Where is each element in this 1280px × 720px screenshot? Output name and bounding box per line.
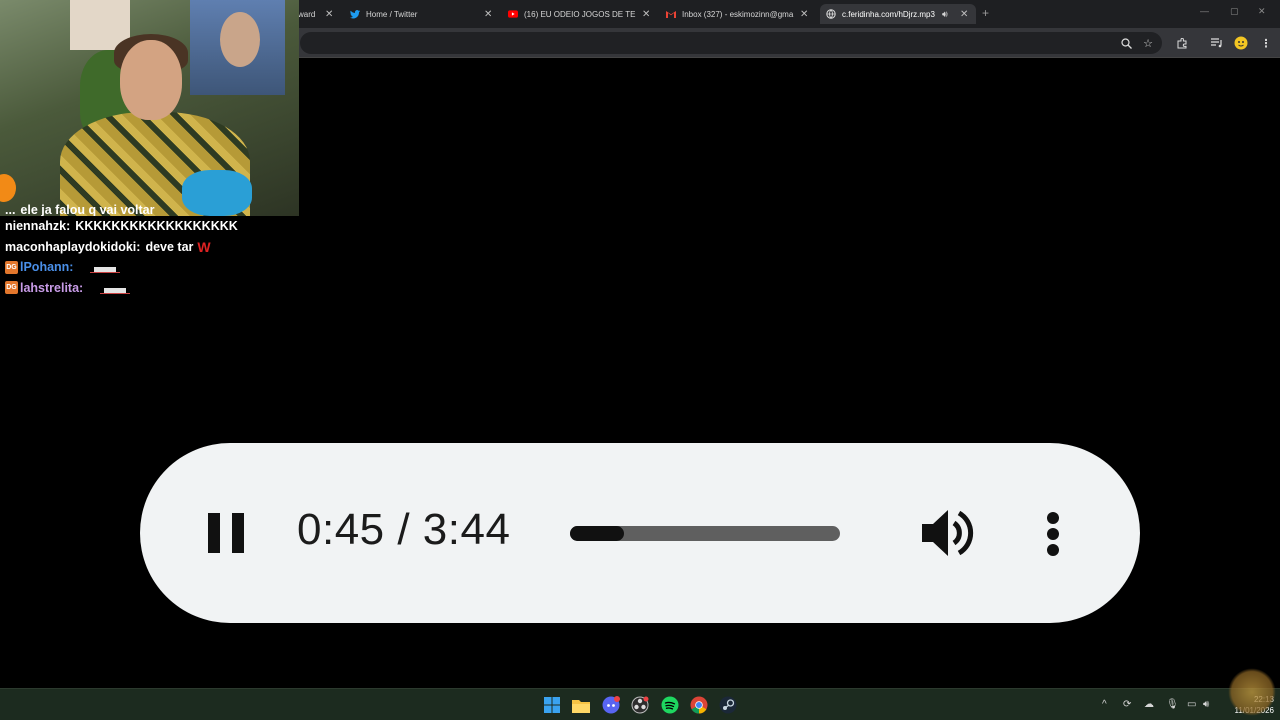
- tab-title: c.feridinha.com/hDjrz.mp3: [842, 9, 935, 19]
- tab-close-icon[interactable]: ✕: [642, 9, 650, 20]
- tab-title: (16) EU ODEIO JOGOS DE TERR: [524, 9, 636, 19]
- minimize-icon[interactable]: —: [1200, 6, 1209, 16]
- volume-icon[interactable]: [920, 507, 974, 559]
- tray-overflow-chevron-icon[interactable]: ^: [1102, 699, 1107, 710]
- windows-taskbar: ^ ⟳ ☁ 🎙︎ ▭ 🔊︎ 22:13 11/01/2026: [0, 688, 1280, 720]
- zoom-icon[interactable]: [1118, 35, 1134, 51]
- tab-twitter[interactable]: Home / Twitter ✕: [350, 4, 500, 24]
- chat-emote-image: [90, 267, 121, 274]
- windows-start-icon[interactable]: [543, 696, 561, 714]
- chat-overlay: ... ele ja falou q vai voltar niennahzk:…: [5, 204, 238, 299]
- tab-close-icon[interactable]: ✕: [800, 9, 808, 20]
- tab-close-icon[interactable]: ✕: [325, 9, 333, 20]
- speaker-icon[interactable]: 🔊︎: [1203, 699, 1209, 710]
- chat-username: niennahzk:: [5, 219, 71, 233]
- tab-title: Inbox (327) - eskimozinn@gma: [682, 9, 794, 19]
- chat-emote: W: [197, 238, 211, 255]
- chrome-icon[interactable]: [690, 696, 708, 714]
- browser-menu-icon[interactable]: ⋮: [1258, 35, 1274, 51]
- microphone-icon[interactable]: 🎙︎: [1166, 699, 1179, 710]
- tab-title: Home / Twitter: [366, 9, 418, 19]
- tab-title: ward: [298, 9, 316, 19]
- tab-close-icon[interactable]: ✕: [960, 9, 968, 20]
- playback-time: 0:45 / 3:44: [297, 505, 511, 554]
- pause-button[interactable]: [208, 513, 244, 553]
- steam-icon[interactable]: [719, 696, 737, 714]
- network-icon[interactable]: ▭: [1187, 699, 1196, 710]
- chat-message: KKKKKKKKKKKKKKKKKK: [75, 219, 238, 233]
- chat-line: ... ele ja falou q vai voltar: [5, 204, 238, 216]
- chat-line: DG lahstrelita:: [5, 278, 238, 299]
- address-bar[interactable]: [300, 32, 1162, 54]
- pause-bar: [232, 513, 244, 553]
- tab-close-icon[interactable]: ✕: [484, 9, 492, 20]
- tab-gmail[interactable]: Inbox (327) - eskimozinn@gma ✕: [666, 4, 816, 24]
- more-options-icon[interactable]: [1046, 511, 1060, 557]
- chat-emote-image: [100, 287, 131, 294]
- new-tab-icon[interactable]: +: [982, 6, 989, 20]
- audio-player: 0:45 / 3:44: [140, 443, 1140, 623]
- sync-icon[interactable]: ⟳: [1123, 699, 1131, 710]
- chat-message: ele ja falou q vai voltar: [20, 204, 155, 216]
- obs-icon[interactable]: [631, 696, 649, 714]
- chat-message: deve tar: [145, 239, 194, 254]
- twitter-bird-icon: [350, 9, 360, 19]
- chat-username: lahstrelita:: [20, 280, 84, 295]
- chat-line: maconhaplaydokidoki: deve tar W: [5, 237, 238, 258]
- poster-face: [220, 12, 260, 67]
- chat-badge: DG: [5, 260, 18, 274]
- seek-bar[interactable]: [570, 526, 840, 541]
- tab-youtube[interactable]: (16) EU ODEIO JOGOS DE TERR ✕: [508, 4, 658, 24]
- chat-username: maconhaplaydokidoki:: [5, 239, 141, 254]
- onedrive-cloud-icon[interactable]: ☁: [1144, 699, 1154, 710]
- tab-partial[interactable]: ward ✕: [298, 4, 338, 24]
- spotify-icon[interactable]: [661, 696, 679, 714]
- chat-line: DG lPohann:: [5, 257, 238, 278]
- extensions-icon[interactable]: [1174, 35, 1190, 51]
- window-close-icon[interactable]: ✕: [1258, 6, 1266, 17]
- youtube-icon: [508, 9, 518, 19]
- gmail-icon: [666, 9, 676, 19]
- globe-icon: [826, 9, 836, 19]
- pause-bar: [208, 513, 220, 553]
- seal-watermark: [1228, 668, 1276, 716]
- webcam-overlay: [0, 0, 299, 216]
- poster: [190, 0, 285, 95]
- chat-badge: DG: [5, 281, 18, 295]
- seek-bar-progress: [570, 526, 624, 541]
- streamer-face: [120, 40, 182, 120]
- bookmark-star-icon[interactable]: ☆: [1140, 35, 1156, 51]
- profile-avatar-icon[interactable]: [1233, 35, 1249, 51]
- chat-line: niennahzk: KKKKKKKKKKKKKKKKKK: [5, 216, 238, 237]
- tab-audio-active[interactable]: c.feridinha.com/hDjrz.mp3 🔊︎ ✕: [820, 4, 976, 24]
- maximize-icon[interactable]: ▢: [1230, 6, 1239, 17]
- media-control-icon[interactable]: [1209, 35, 1225, 51]
- chat-username: lPohann:: [20, 260, 74, 274]
- file-explorer-icon[interactable]: [572, 696, 590, 714]
- chat-username: ...: [5, 204, 16, 216]
- tab-audio-icon[interactable]: 🔊︎: [942, 9, 948, 20]
- discord-icon[interactable]: [602, 696, 620, 714]
- orange-object: [0, 174, 16, 202]
